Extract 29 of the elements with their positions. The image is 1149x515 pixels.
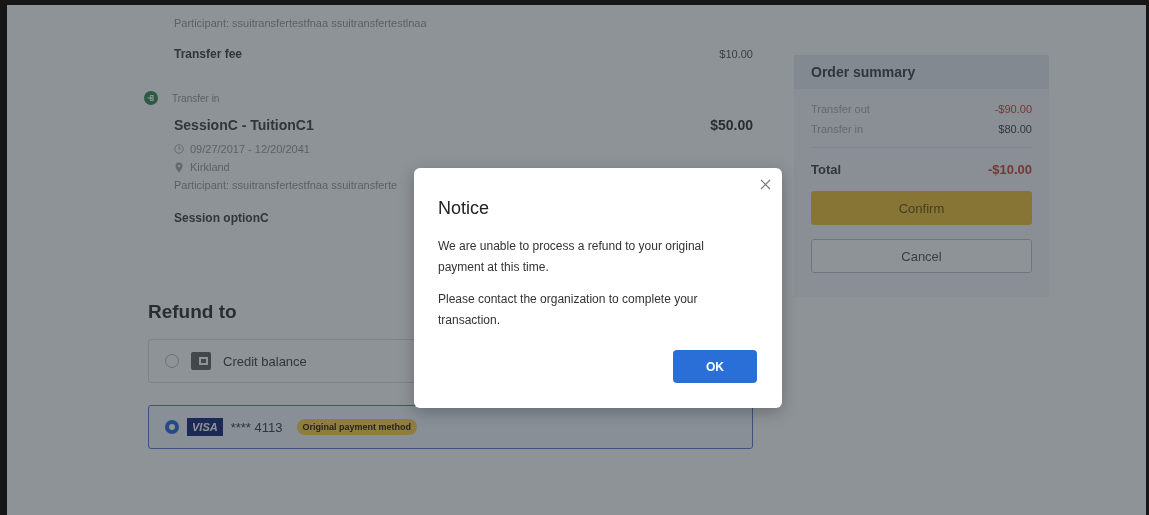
radio-button[interactable] [165,354,179,368]
wallet-icon [191,352,211,370]
close-icon[interactable] [758,177,773,192]
ok-button[interactable]: OK [673,350,757,383]
section-heading: Refund to [148,301,237,323]
confirm-button[interactable]: Confirm [811,191,1032,225]
card-title: Order summary [794,55,1049,89]
session-option: Session optionC [174,211,269,225]
dialog-title: Notice [438,198,491,219]
radio-button[interactable] [165,420,179,434]
session-title: SessionC - TuitionC1 [174,117,314,133]
location-pin-icon [174,161,184,173]
cancel-button[interactable]: Cancel [811,239,1032,273]
summary-amount: -$90.00 [994,103,1032,115]
dialog-message: We are unable to process a refund to your original payment at this time. [438,238,705,276]
session-amount: $50.00 [710,117,753,133]
summary-amount: $80.00 [998,123,1032,135]
total-label: Total [811,162,842,177]
dialog-message: Please contact the organization to complete your transaction. [438,291,699,329]
card-brand-logo: VISA [187,418,223,436]
fee-label: Transfer fee [174,47,243,61]
card-number: **** 4113 [230,419,283,435]
total-amount: -$10.00 [987,162,1032,177]
payment-method-tag: Original payment method [296,419,417,435]
transfer-in-icon [144,91,158,105]
fee-amount: $10.00 [719,48,753,60]
payment-option[interactable]: VISA **** 4113 Original payment method [148,405,753,449]
clock-icon [174,144,184,154]
option-label: Credit balance [223,353,307,369]
